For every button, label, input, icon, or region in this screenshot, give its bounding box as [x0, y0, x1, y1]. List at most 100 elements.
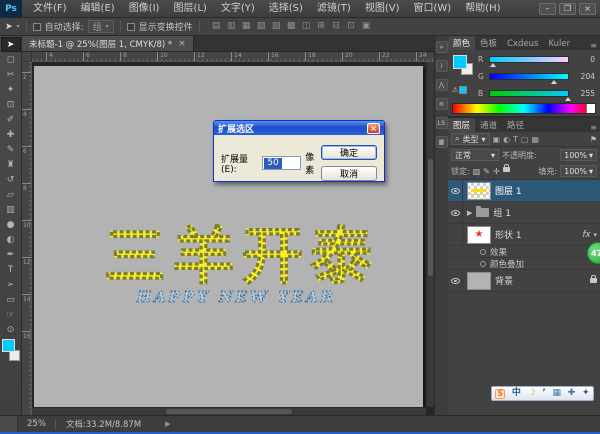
tab-cxdeus[interactable]: Cxdeus	[502, 38, 543, 50]
ime-addon-icon[interactable]: ✚	[568, 389, 576, 398]
ime-logo-icon[interactable]: S	[495, 389, 505, 399]
align-left-icon[interactable]: ▤	[210, 20, 223, 33]
rectangular-marquee-tool[interactable]: ◻	[1, 52, 21, 67]
foreground-color-swatch[interactable]	[2, 339, 15, 352]
expand-amount-input[interactable]: 50	[262, 156, 301, 170]
layer-name[interactable]: 组 1	[493, 206, 511, 219]
blur-tool[interactable]: ●	[1, 217, 21, 232]
foreground-color-well[interactable]	[453, 55, 467, 69]
align-bottom-icon[interactable]: ▩	[285, 20, 298, 33]
scrollbar-thumb[interactable]	[166, 409, 292, 414]
dialog-title-bar[interactable]: 扩展选区 ×	[214, 121, 384, 135]
visibility-toggle[interactable]	[448, 270, 463, 291]
history-brush-tool[interactable]: ↺	[1, 172, 21, 187]
fill-field[interactable]: 100% ▾	[560, 165, 597, 177]
close-button[interactable]: ×	[579, 3, 596, 15]
clone-stamp-tool[interactable]: ♜	[1, 157, 21, 172]
menu-select[interactable]: 选择(S)	[262, 0, 310, 17]
white-swatch[interactable]	[586, 104, 595, 113]
horizontal-scrollbar[interactable]	[32, 407, 426, 415]
chevron-down-icon[interactable]: ▾	[593, 231, 597, 239]
menu-type[interactable]: 文字(Y)	[214, 0, 262, 17]
crop-tool[interactable]: ⊡	[1, 97, 21, 112]
tool-preset-arrow-icon[interactable]: ▾	[17, 23, 20, 30]
color-spectrum-ramp[interactable]	[452, 103, 596, 114]
lock-position-icon[interactable]: ✛	[493, 167, 500, 176]
eyedropper-tool[interactable]: ✐	[1, 112, 21, 127]
gradient-tool[interactable]: ▥	[1, 202, 21, 217]
ime-toolbox-icon[interactable]: ✦	[582, 389, 590, 398]
panel-menu-icon[interactable]: ≡	[590, 123, 600, 132]
tab-kuler[interactable]: Kuler	[543, 38, 575, 50]
align-right-icon[interactable]: ▦	[240, 20, 253, 33]
dodge-tool[interactable]: ◐	[1, 232, 21, 247]
quick-selection-tool[interactable]: ✦	[1, 82, 21, 97]
menu-layer[interactable]: 图层(L)	[166, 0, 213, 17]
layer-name[interactable]: 背景	[495, 274, 513, 287]
ime-keyboard-icon[interactable]: ▦	[553, 389, 562, 398]
spot-healing-tool[interactable]: ✚	[1, 127, 21, 142]
ime-punctuation-icon[interactable]: ’	[542, 389, 545, 398]
visibility-toggle[interactable]	[448, 224, 463, 245]
layer-name[interactable]: 图层 1	[495, 184, 522, 197]
menu-filter[interactable]: 滤镜(T)	[310, 0, 358, 17]
path-selection-tool[interactable]: ➢	[1, 277, 21, 292]
resize-corner[interactable]	[0, 416, 18, 432]
tab-color[interactable]: 颜色	[448, 36, 475, 50]
type-tool[interactable]: T	[1, 262, 21, 277]
layer-row-layer1[interactable]: 图层 1	[448, 180, 600, 202]
lasso-tool[interactable]: ✂	[1, 67, 21, 82]
scrollbar-thumb[interactable]	[428, 159, 433, 276]
filter-pixel-icon[interactable]: ▣	[493, 135, 501, 144]
filter-toggle-icon[interactable]: ⚑	[590, 135, 597, 144]
ime-chinese-mode-icon[interactable]: 中	[512, 389, 521, 398]
arrange-3d-icon[interactable]: ▣	[360, 20, 373, 33]
layer-row-shape1[interactable]: ★ 形状 1 fx ▾	[448, 224, 600, 246]
menu-window[interactable]: 窗口(W)	[406, 0, 458, 17]
lock-pixels-icon[interactable]: ✎	[483, 167, 490, 176]
tab-close-icon[interactable]: ×	[178, 39, 186, 49]
menu-file[interactable]: 文件(F)	[26, 0, 74, 17]
align-middle-icon[interactable]: ▨	[270, 20, 283, 33]
align-center-icon[interactable]: ▥	[225, 20, 238, 33]
layer-row-background[interactable]: 背景	[448, 270, 600, 292]
slider-thumb[interactable]	[565, 97, 571, 101]
expand-panels-icon[interactable]: »	[436, 41, 448, 53]
filter-type-icon[interactable]: T	[513, 135, 518, 144]
filter-kind-dropdown[interactable]: ⌕ 类型 ▾	[451, 133, 490, 145]
lock-transparency-icon[interactable]: ▨	[473, 167, 481, 176]
layer-thumbnail[interactable]	[467, 182, 491, 200]
panel-menu-icon[interactable]: ≡	[590, 41, 600, 50]
visibility-toggle[interactable]	[448, 180, 463, 201]
blend-mode-dropdown[interactable]: 正常 ▾	[451, 149, 499, 161]
vertical-ruler[interactable]: 2 4 6 8 10 12 14 16	[22, 62, 32, 415]
gamut-warning[interactable]: ⚠	[452, 86, 467, 94]
horizontal-ruler[interactable]: 4 6 8 10 12 14 16 18 20 22 24	[32, 52, 434, 62]
show-transform-checkbox[interactable]	[127, 23, 135, 31]
lock-all-icon[interactable]	[503, 167, 510, 172]
brush-tool[interactable]: ✎	[1, 142, 21, 157]
restore-button[interactable]: ❐	[559, 3, 576, 15]
vertical-scrollbar[interactable]	[426, 62, 434, 407]
menu-help[interactable]: 帮助(H)	[458, 0, 507, 17]
filter-smart-object-icon[interactable]: ▦	[532, 135, 540, 144]
visibility-toggle[interactable]	[448, 202, 463, 223]
accelerator-ball[interactable]: 47	[587, 240, 600, 266]
align-top-icon[interactable]: ▧	[255, 20, 268, 33]
zoom-tool[interactable]: ⊙	[1, 322, 21, 337]
adjustments-panel-icon[interactable]: ≋	[436, 98, 448, 110]
hand-tool[interactable]: ☞	[1, 307, 21, 322]
filter-shape-icon[interactable]: ▢	[521, 135, 529, 144]
slider-thumb[interactable]	[551, 80, 557, 84]
blue-value[interactable]: 255	[573, 89, 595, 98]
info-panel-icon[interactable]: i	[436, 60, 448, 72]
layer-thumbnail[interactable]	[467, 272, 491, 290]
distribute-center-icon[interactable]: ⊞	[315, 20, 328, 33]
styles-panel-icon[interactable]: ▦	[436, 136, 448, 148]
layer-thumbnail[interactable]: ★	[467, 226, 491, 244]
status-options-arrow-icon[interactable]: ▶	[151, 420, 170, 428]
histogram-panel-icon[interactable]: ⋀	[436, 79, 448, 91]
green-slider[interactable]	[489, 73, 569, 80]
shape-tool[interactable]: ▭	[1, 292, 21, 307]
distribute-left-icon[interactable]: ◫	[300, 20, 313, 33]
